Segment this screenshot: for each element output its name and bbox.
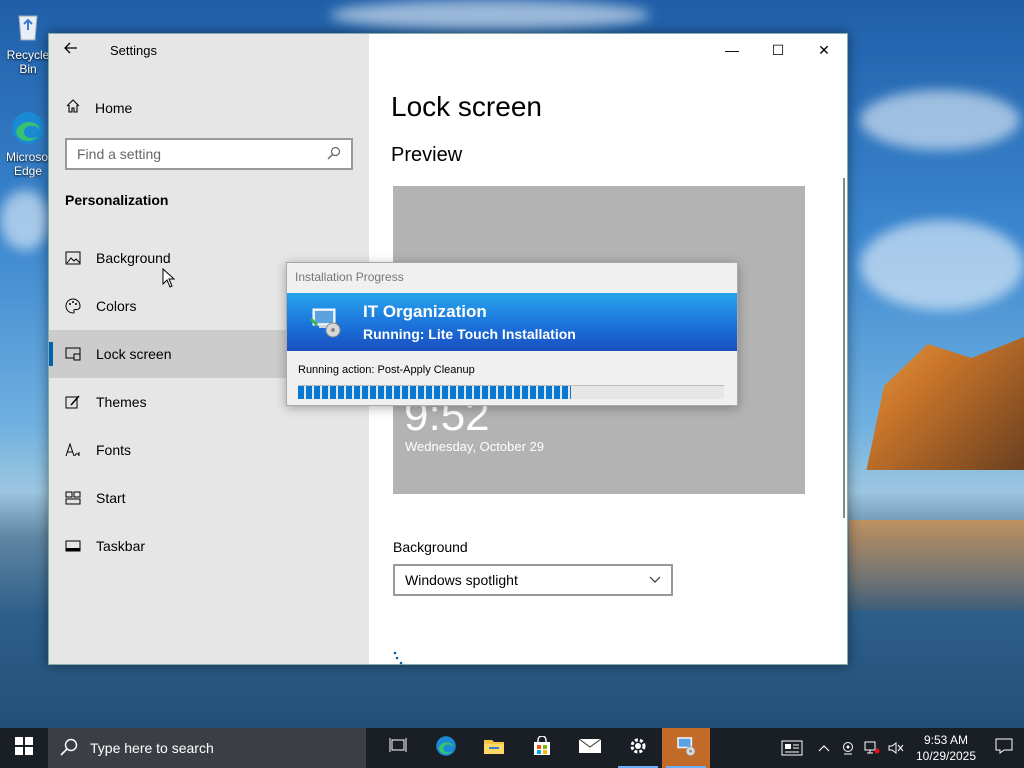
chevron-down-icon — [649, 573, 661, 587]
clock-date: 10/29/2025 — [915, 749, 977, 763]
back-arrow-icon[interactable] — [63, 40, 83, 60]
minimize-button[interactable]: — — [709, 34, 755, 66]
wallpaper-cloud — [0, 190, 50, 250]
desktop-icon-recycle-bin[interactable]: Recycle Bin — [6, 8, 50, 76]
image-icon — [65, 250, 81, 266]
preview-date: Wednesday, October 29 — [405, 439, 544, 454]
dialog-banner: IT Organization Running: Lite Touch Inst… — [287, 293, 737, 351]
search-icon — [60, 738, 78, 759]
nav-item-label: Lock screen — [96, 346, 172, 362]
nav-item-label: Colors — [96, 298, 137, 314]
desktop-icon-label: Microsoft Edge — [6, 150, 50, 178]
installation-progress-bar — [298, 385, 724, 399]
notification-icon — [995, 738, 1013, 759]
webcam-icon[interactable] — [836, 728, 860, 768]
close-button[interactable]: ✕ — [801, 34, 847, 66]
content-scrollbar[interactable] — [843, 178, 845, 518]
taskbar-edge[interactable] — [422, 728, 470, 768]
wallpaper-rock — [866, 337, 1024, 470]
dialog-title: Installation Progress — [295, 270, 404, 284]
notification-center-button[interactable] — [984, 728, 1024, 768]
wallpaper-reflection — [849, 520, 1024, 610]
loading-spinner-icon — [392, 651, 404, 668]
wallpaper-cloud — [330, 0, 650, 30]
home-icon — [65, 98, 81, 117]
background-dropdown-value: Windows spotlight — [405, 572, 518, 588]
nav-item-label: Fonts — [96, 442, 132, 458]
news-widget-icon[interactable] — [772, 728, 812, 768]
mouse-cursor-icon — [162, 267, 176, 288]
taskbar-apps — [374, 728, 710, 768]
taskbar-search-box[interactable]: Type here to search — [48, 728, 366, 768]
lock-screen-icon — [65, 346, 81, 362]
store-icon — [532, 734, 552, 761]
find-setting-input[interactable] — [77, 146, 307, 162]
wallpaper-cloud — [860, 220, 1024, 310]
taskbar: Type here to search 9:53 AM 10/29/2025 — [0, 728, 1024, 768]
window-controls: — ☐ ✕ — [709, 34, 847, 66]
wallpaper-cloud — [860, 90, 1020, 150]
volume-muted-icon[interactable] — [884, 728, 908, 768]
recycle-bin-icon — [10, 8, 46, 44]
taskbar-mail[interactable] — [566, 728, 614, 768]
taskbar-file-explorer[interactable] — [470, 728, 518, 768]
themes-icon — [65, 394, 81, 410]
nav-item-taskbar[interactable]: Taskbar — [49, 522, 369, 570]
home-label: Home — [95, 99, 133, 116]
page-title: Lock screen — [391, 91, 542, 122]
background-label: Background — [393, 539, 468, 555]
dialog-action: Running action: Post-Apply Cleanup — [298, 364, 475, 376]
dialog-organization: IT Organization — [363, 302, 487, 321]
deployment-icon — [309, 305, 343, 339]
network-icon[interactable] — [860, 728, 884, 768]
mail-icon — [578, 738, 602, 759]
nav-item-fonts[interactable]: Fonts — [49, 426, 369, 474]
file-explorer-icon — [483, 737, 505, 760]
start-button[interactable] — [0, 728, 48, 768]
taskbar-task-view[interactable] — [374, 728, 422, 768]
nav-item-label: Start — [96, 490, 126, 506]
task-view-icon — [389, 737, 407, 759]
settings-gear-icon — [628, 736, 648, 761]
nav-item-label: Themes — [96, 394, 147, 410]
fonts-icon — [65, 442, 81, 458]
background-dropdown[interactable]: Windows spotlight — [393, 564, 673, 596]
taskbar-settings[interactable] — [614, 728, 662, 768]
progress-fill — [298, 386, 571, 399]
system-tray: 9:53 AM 10/29/2025 — [772, 728, 1024, 768]
preview-heading: Preview — [391, 144, 463, 166]
taskbar-search-placeholder: Type here to search — [90, 740, 214, 756]
nav-home[interactable]: Home — [65, 98, 132, 117]
taskbar-icon — [65, 538, 81, 554]
edge-icon — [10, 110, 46, 146]
dialog-status: Running: Lite Touch Installation — [363, 326, 576, 342]
windows-logo-icon — [15, 736, 33, 760]
nav-item-label: Background — [96, 250, 171, 266]
palette-icon — [65, 298, 81, 314]
taskbar-deployment[interactable] — [662, 728, 710, 768]
start-icon — [65, 490, 81, 506]
nav-item-label: Taskbar — [96, 538, 146, 554]
desktop-icon-label: Recycle Bin — [6, 48, 50, 76]
title-bar: Settings — [49, 34, 369, 66]
deployment-icon — [674, 735, 698, 762]
search-icon[interactable] — [327, 146, 341, 163]
maximize-button[interactable]: ☐ — [755, 34, 801, 66]
installation-progress-dialog: Installation Progress IT Organization Ru… — [286, 262, 738, 406]
find-setting-search — [65, 138, 353, 170]
clock-time: 9:53 AM — [923, 733, 969, 747]
nav-item-start[interactable]: Start — [49, 474, 369, 522]
edge-icon — [435, 735, 457, 762]
chevron-up-icon[interactable] — [812, 728, 836, 768]
window-title: Settings — [110, 43, 157, 58]
taskbar-clock[interactable]: 9:53 AM 10/29/2025 — [908, 732, 984, 764]
taskbar-store[interactable] — [518, 728, 566, 768]
section-title: Personalization — [65, 192, 169, 208]
desktop-icon-edge[interactable]: Microsoft Edge — [6, 110, 50, 178]
